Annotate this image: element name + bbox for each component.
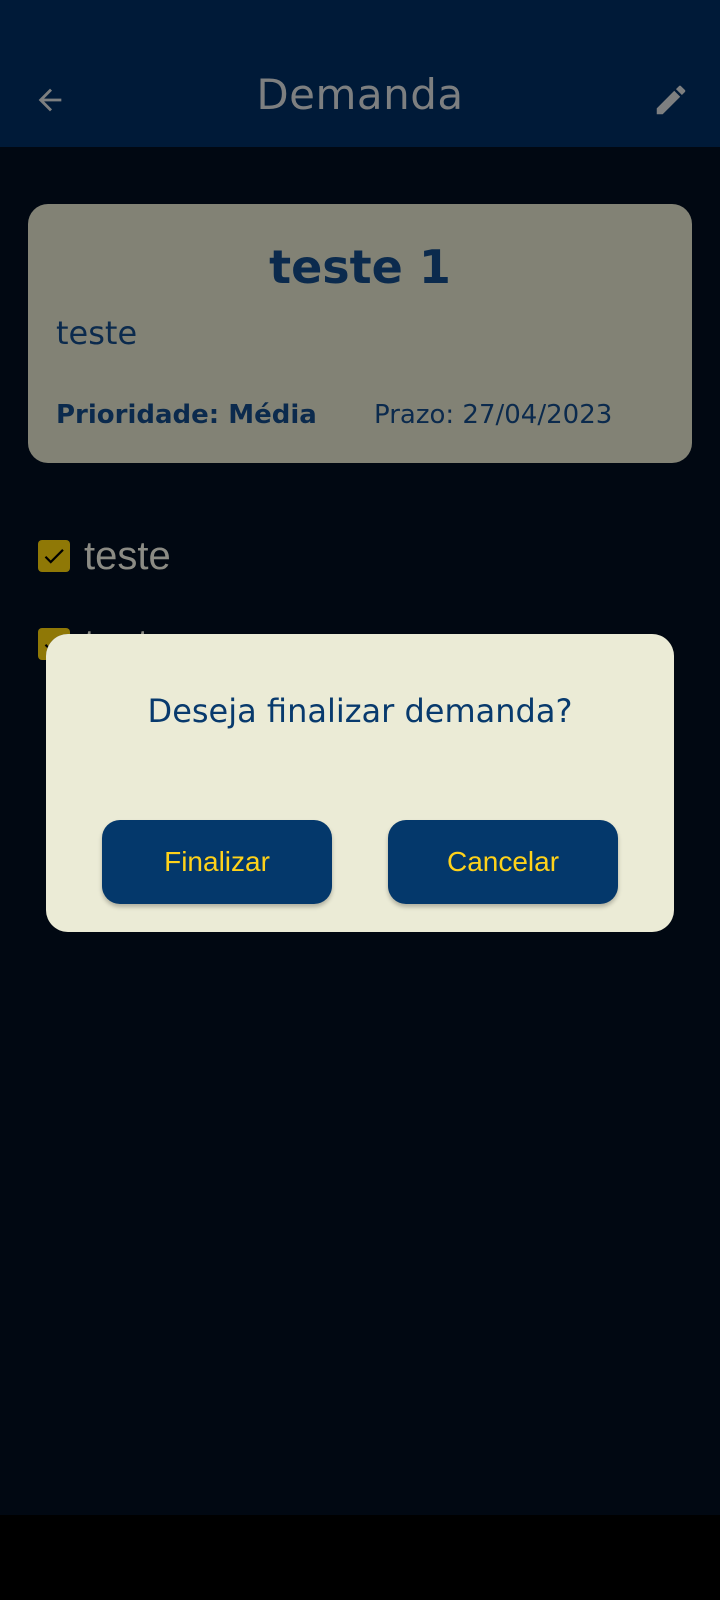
finalize-button[interactable]: Finalizar [102, 820, 332, 904]
app-bar: Demanda [0, 0, 720, 147]
demand-screen: Demanda teste 1 teste Prioridade: Média … [0, 0, 720, 1515]
demand-card: teste 1 teste Prioridade: Média Prazo: 2… [28, 204, 692, 463]
task-checkbox[interactable] [38, 540, 70, 572]
dialog-question: Deseja finalizar demanda? [147, 692, 573, 730]
cancel-button[interactable]: Cancelar [388, 820, 618, 904]
system-nav-bar [0, 1515, 720, 1600]
task-item: teste [38, 534, 171, 578]
demand-title: teste 1 [269, 240, 451, 294]
demand-description: teste [56, 314, 138, 352]
demand-deadline: Prazo: 27/04/2023 [374, 400, 613, 430]
confirm-dialog: Deseja finalizar demanda? Finalizar Canc… [46, 634, 674, 932]
pencil-icon [656, 85, 686, 115]
page-title: Demanda [256, 70, 464, 119]
demand-priority: Prioridade: Média [56, 400, 317, 430]
check-icon [44, 549, 64, 564]
edit-button[interactable] [643, 72, 699, 128]
task-label: teste [84, 533, 171, 578]
